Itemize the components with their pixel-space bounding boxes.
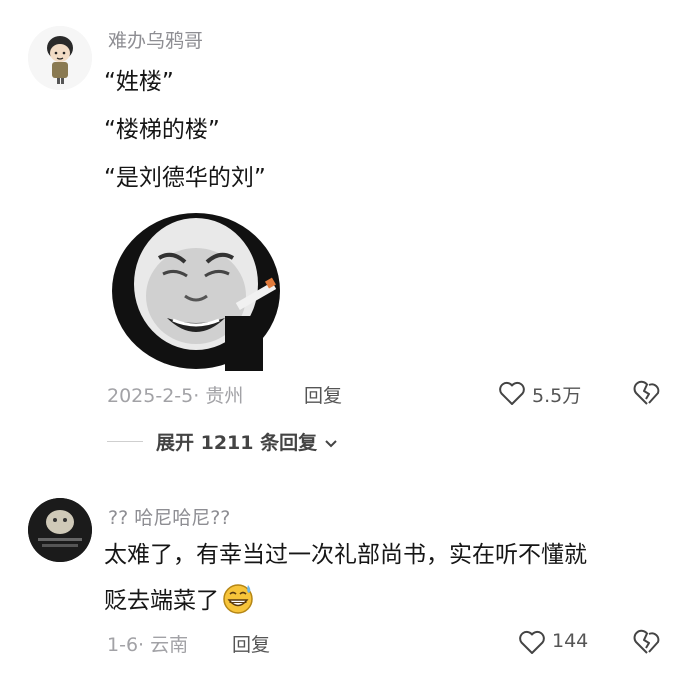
timestamp-location: 1-6· 云南 <box>107 634 189 656</box>
comment-line-wrap: 贬去端菜了 <box>104 578 674 624</box>
username[interactable]: ?? 哈尼哈尼?? <box>108 503 230 530</box>
heart-icon <box>519 630 545 654</box>
like-count: 144 <box>552 630 589 652</box>
expand-replies-button[interactable]: 展开 1211 条回复 <box>156 428 338 456</box>
sweat-grin-emoji-icon <box>223 584 253 614</box>
divider <box>107 441 143 442</box>
comment-line: 太难了，有幸当过一次礼部尚书，实在听不懂就 <box>104 542 587 568</box>
comment-line: “姓楼” <box>104 69 174 95</box>
avatar[interactable] <box>28 26 92 90</box>
chevron-down-icon <box>325 440 337 448</box>
like-count: 5.5万 <box>532 385 582 407</box>
comment-line: “是刘德华的刘” <box>104 165 266 191</box>
avatar[interactable] <box>28 498 92 562</box>
comment-line: “楼梯的楼” <box>104 117 220 143</box>
dislike-button[interactable] <box>632 628 662 656</box>
avatar-photo-icon <box>28 498 92 562</box>
reply-button[interactable]: 回复 <box>304 381 342 408</box>
comment-line: 贬去端菜了 <box>104 588 219 614</box>
heart-icon <box>499 381 525 405</box>
dislike-button[interactable] <box>632 379 662 407</box>
panda-meme-sticker[interactable] <box>107 196 285 371</box>
broken-heart-icon <box>633 629 660 654</box>
broken-heart-icon <box>633 380 660 405</box>
reply-button[interactable]: 回复 <box>232 630 270 657</box>
comment-text: 太难了，有幸当过一次礼部尚书，实在听不懂就 贬去端菜了 <box>104 532 674 624</box>
expand-replies-label: 展开 1211 条回复 <box>156 432 318 454</box>
avatar-cartoon-icon <box>28 26 92 90</box>
username[interactable]: 难办乌鸦哥 <box>108 26 203 53</box>
timestamp-location: 2025-2-5· 贵州 <box>107 385 244 407</box>
